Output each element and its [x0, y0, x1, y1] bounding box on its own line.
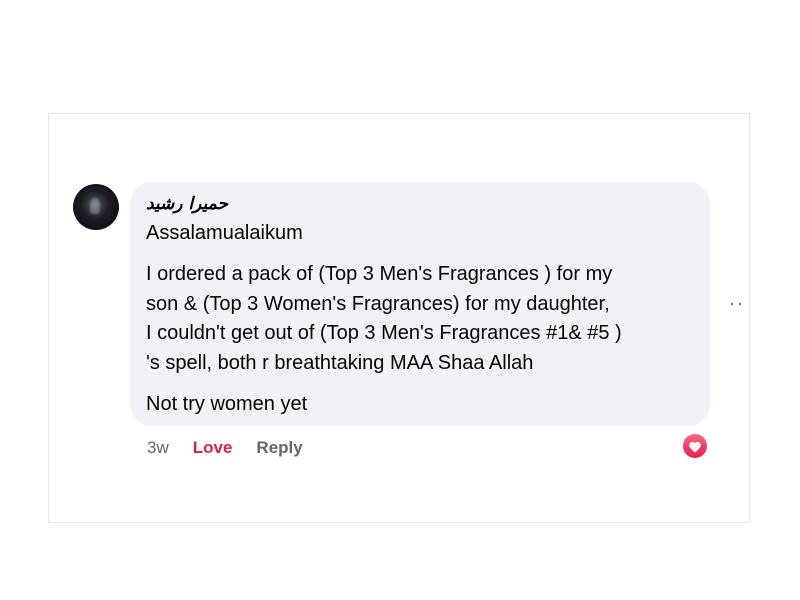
comment-author[interactable]: حمیرا رشید: [146, 192, 228, 216]
reaction-badge[interactable]: [681, 432, 709, 460]
avatar-figure: [90, 198, 100, 214]
comment-line: I couldn't get out of (Top 3 Men's Fragr…: [146, 322, 622, 344]
comment-line: I ordered a pack of (Top 3 Men's Fragran…: [146, 263, 613, 285]
heart-glyph: [689, 441, 701, 453]
comment-bubble: حمیرا رشید Assalamualaikum I ordered a p…: [130, 182, 710, 426]
avatar[interactable]: [73, 184, 119, 230]
comment-actions: 3w Love Reply: [147, 436, 303, 460]
more-options-icon[interactable]: ··: [727, 293, 747, 313]
comment-paragraph: I ordered a pack of (Top 3 Men's Fragran…: [146, 260, 694, 378]
comment-timestamp[interactable]: 3w: [147, 438, 169, 458]
heart-icon: [683, 434, 707, 458]
reply-button[interactable]: Reply: [256, 438, 302, 458]
comment-greeting: Assalamualaikum: [146, 222, 303, 244]
comment-last-line: Not try women yet: [146, 393, 308, 415]
comment-line: 's spell, both r breathtaking MAA Shaa A…: [146, 351, 534, 374]
love-reaction-button[interactable]: Love: [193, 438, 233, 458]
comment-line: son & (Top 3 Women's Fragrances) for my …: [146, 292, 610, 315]
